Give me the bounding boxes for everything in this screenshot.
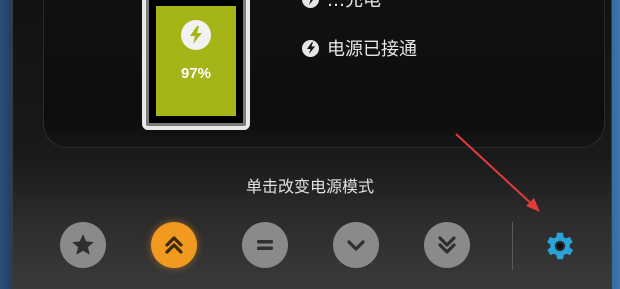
mode-button-power-saver[interactable] xyxy=(333,222,379,268)
bolt-icon xyxy=(302,39,319,57)
status-charging: …充电 xyxy=(302,0,381,12)
power-settings-button[interactable] xyxy=(540,226,580,266)
mode-button-favorite[interactable] xyxy=(60,222,106,268)
status-power-connected: 电源已接通 xyxy=(302,35,417,61)
status-charging-label: …充电 xyxy=(327,0,381,11)
chevron-down-icon xyxy=(347,240,365,251)
mode-button-high-performance[interactable] xyxy=(151,222,197,268)
battery-fill: 97% xyxy=(156,6,236,116)
double-chevron-up-icon xyxy=(165,236,183,254)
battery-percent: 97% xyxy=(180,65,212,82)
mode-divider xyxy=(512,222,513,270)
double-chevron-down-icon xyxy=(438,236,456,254)
battery-graphic: 97% xyxy=(142,0,250,130)
equals-icon xyxy=(257,240,273,250)
charging-bolt-icon xyxy=(181,20,211,50)
gear-icon xyxy=(547,232,574,260)
status-power-connected-label: 电源已接通 xyxy=(327,39,417,60)
mode-button-max-saver[interactable] xyxy=(424,222,470,268)
battery-status-card: 97% …充电 电源已接通 xyxy=(43,0,605,148)
bolt-icon xyxy=(302,0,319,8)
star-icon xyxy=(72,234,94,255)
mode-button-balanced[interactable] xyxy=(242,222,288,268)
annotation-arrow xyxy=(455,133,540,212)
